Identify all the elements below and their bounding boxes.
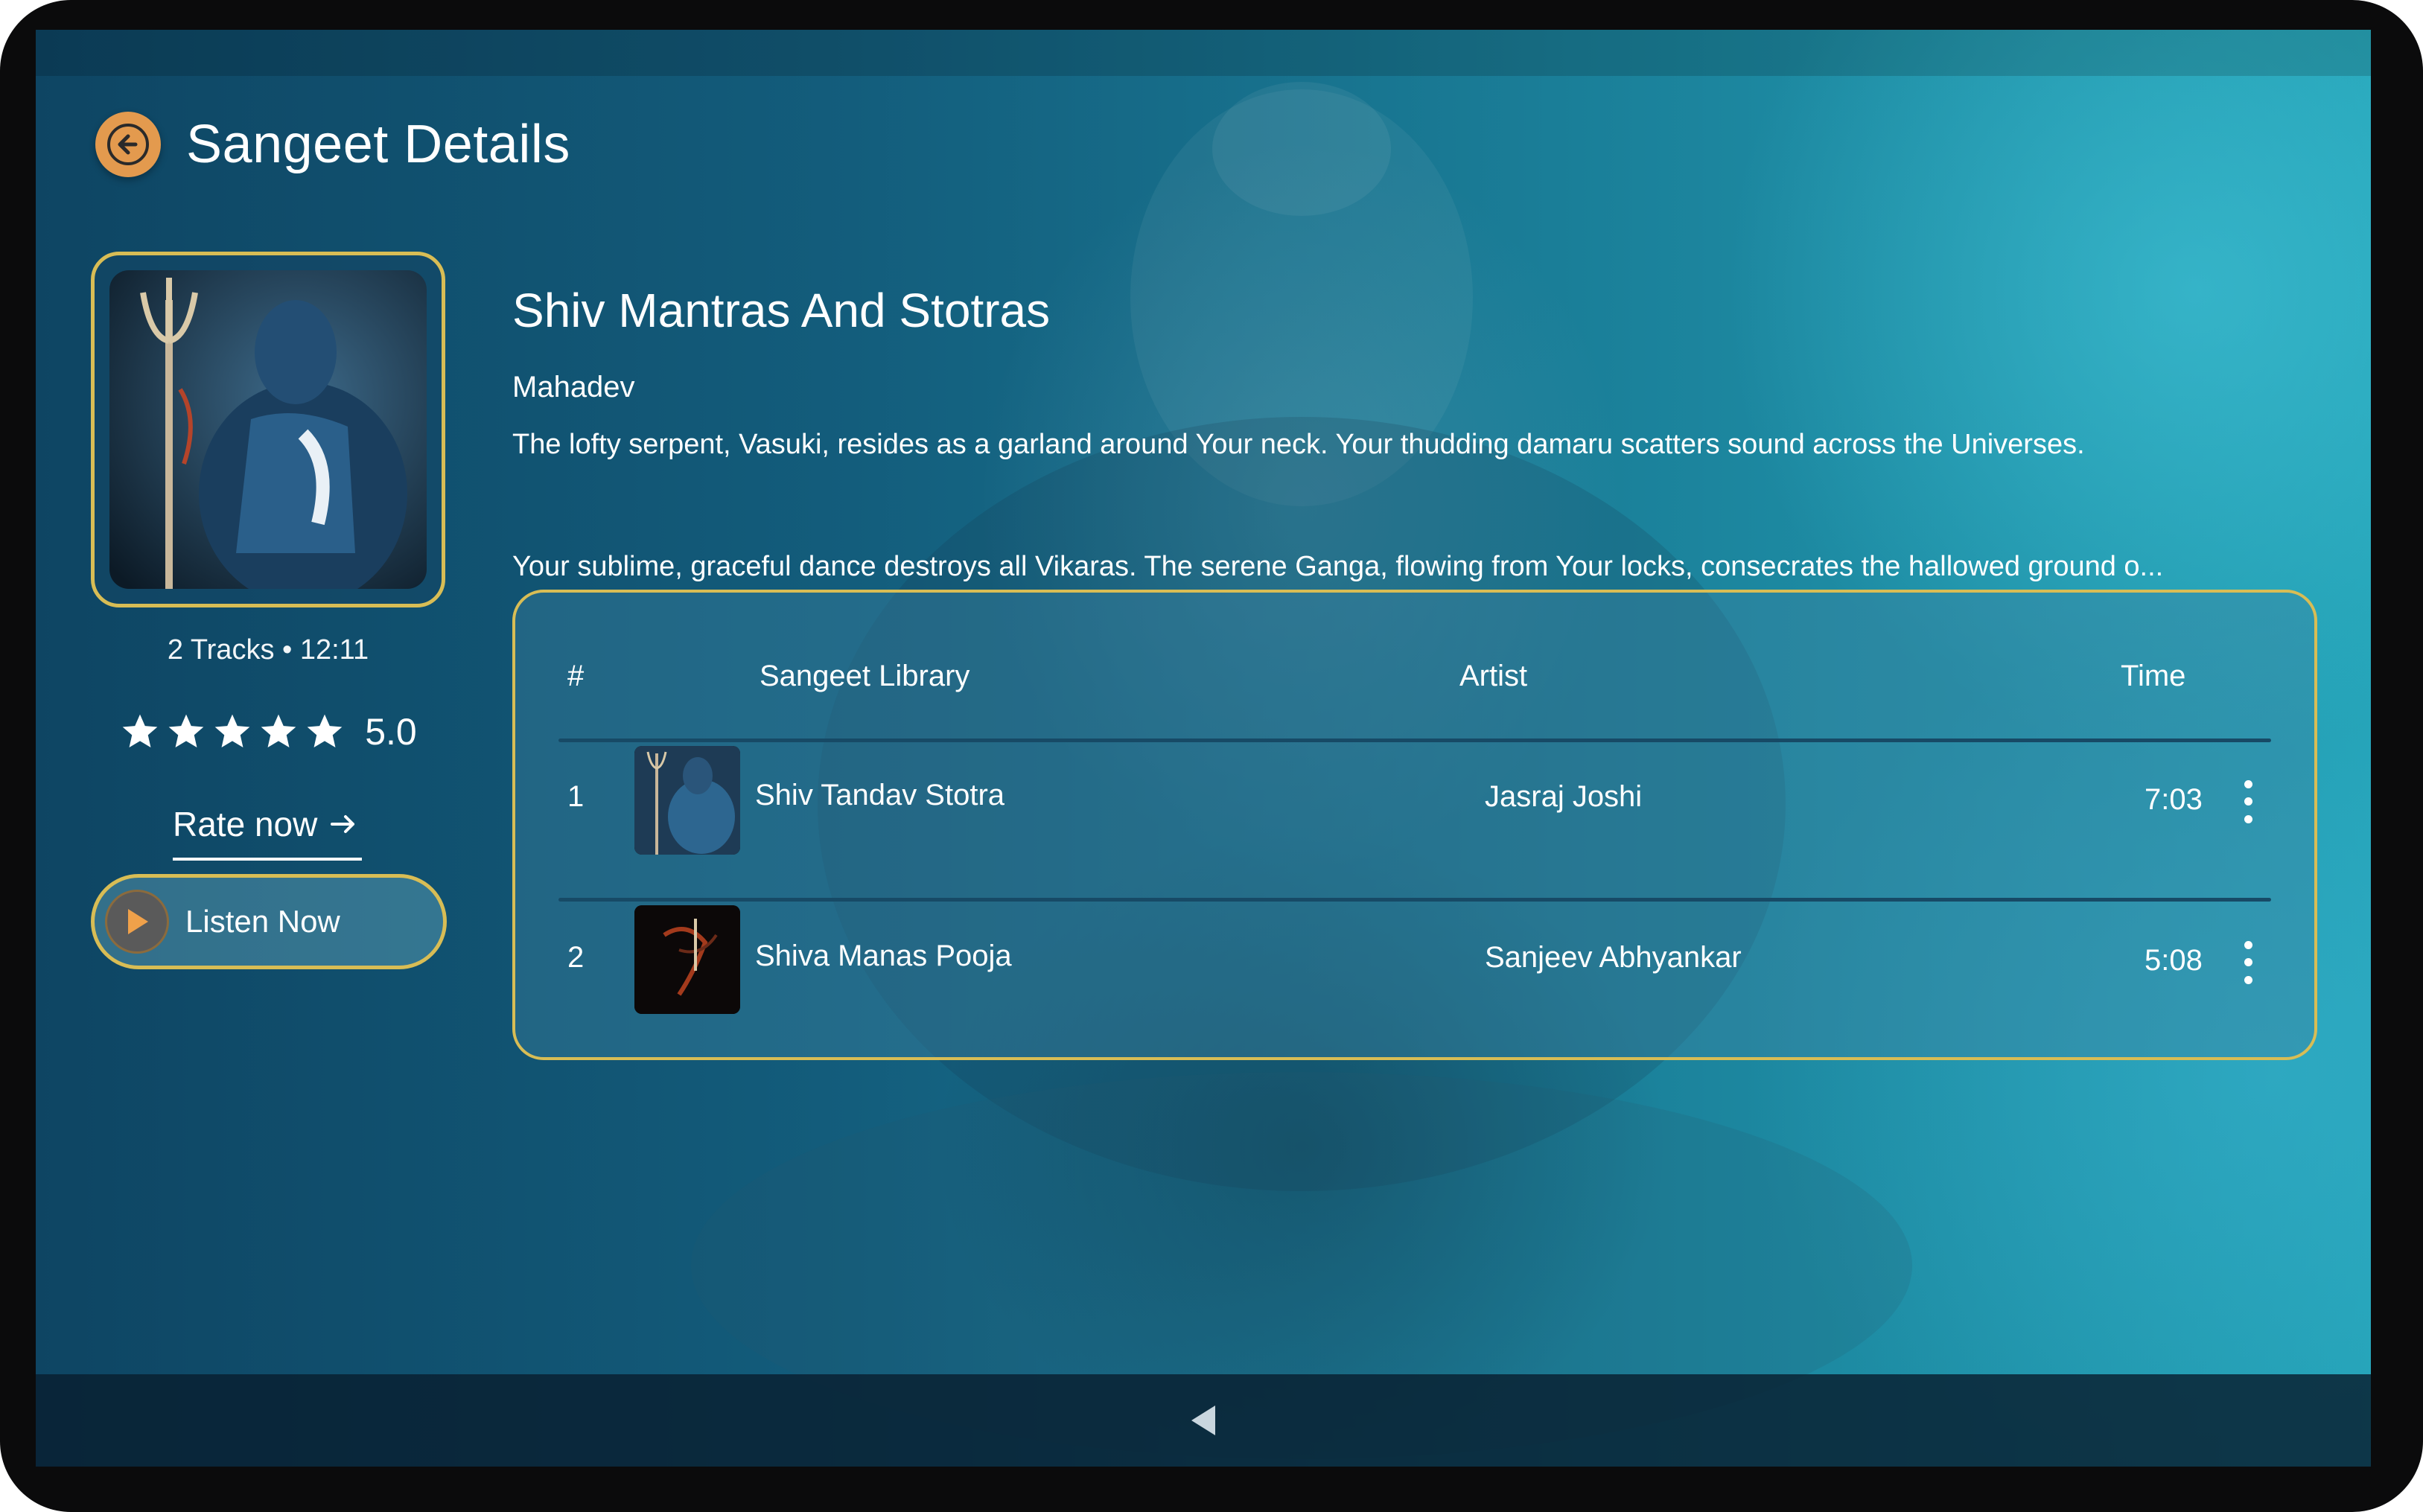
track-title: Shiv Tandav Stotra — [755, 779, 1005, 811]
album-description-line-2: Your sublime, graceful dance destroys al… — [512, 551, 2164, 582]
play-button-circle — [105, 890, 169, 954]
system-navigation-bar — [36, 1374, 2371, 1467]
track-index: 2 — [567, 941, 585, 974]
track-index: 1 — [567, 780, 585, 813]
star-icon — [214, 714, 250, 747]
track-thumbnail — [634, 905, 740, 1014]
album-title: Shiv Mantras And Stotras — [512, 284, 1051, 337]
star-icon — [307, 714, 343, 747]
star-icon — [168, 714, 204, 747]
star-icon — [122, 714, 158, 747]
play-icon — [128, 909, 148, 934]
arrow-left-icon — [107, 124, 149, 165]
row-divider — [558, 898, 2271, 902]
more-vertical-icon[interactable] — [2237, 937, 2259, 989]
more-vertical-icon[interactable] — [2237, 776, 2259, 828]
rating-row: 5.0 — [91, 710, 445, 753]
track-title: Shiva Manas Pooja — [755, 940, 1012, 972]
table-row[interactable]: 2 Shiva Manas Pooja Sanjeev Abhyankar 5:… — [515, 902, 2314, 1021]
track-artist: Jasraj Joshi — [1485, 780, 1643, 813]
album-cover-image — [109, 270, 427, 589]
listen-now-label: Listen Now — [185, 904, 340, 939]
column-header-index: # — [567, 660, 585, 692]
rate-now-link[interactable]: Rate now — [173, 804, 362, 861]
album-description-line-1: The lofty serpent, Vasuki, resides as a … — [512, 429, 2085, 460]
rate-now-label: Rate now — [173, 805, 318, 843]
listen-now-button[interactable]: Listen Now — [91, 874, 447, 969]
track-duration: 5:08 — [2145, 944, 2203, 977]
star-icon — [261, 714, 296, 747]
page-title: Sangeet Details — [186, 115, 570, 174]
album-meta: 2 Tracks • 12:11 — [167, 634, 369, 666]
tracks-table: # Sangeet Library Artist Time 1 Shiv Tan… — [512, 590, 2317, 1060]
track-artist: Sanjeev Abhyankar — [1485, 941, 1742, 974]
track-thumbnail — [634, 746, 740, 855]
rating-value: 5.0 — [365, 711, 417, 753]
arrow-right-icon — [331, 815, 355, 833]
status-bar — [36, 30, 2371, 76]
back-button[interactable] — [95, 112, 161, 177]
column-header-title: Sangeet Library — [760, 660, 970, 692]
page-header: Sangeet Details — [95, 112, 570, 177]
table-row[interactable]: 1 Shiv Tandav Stotra Jasraj Joshi 7:03 — [515, 741, 2314, 861]
app-screen: Sangeet Details 2 Tracks • 12:11 5.0 Rat… — [36, 30, 2371, 1467]
device-frame: Sangeet Details 2 Tracks • 12:11 5.0 Rat… — [0, 0, 2423, 1512]
column-header-time: Time — [2121, 660, 2186, 692]
track-duration: 7:03 — [2145, 783, 2203, 816]
album-cover-frame — [91, 252, 445, 607]
album-subtitle: Mahadev — [512, 371, 635, 403]
column-header-artist: Artist — [1459, 660, 1528, 692]
nav-back-icon[interactable] — [1191, 1406, 1215, 1435]
